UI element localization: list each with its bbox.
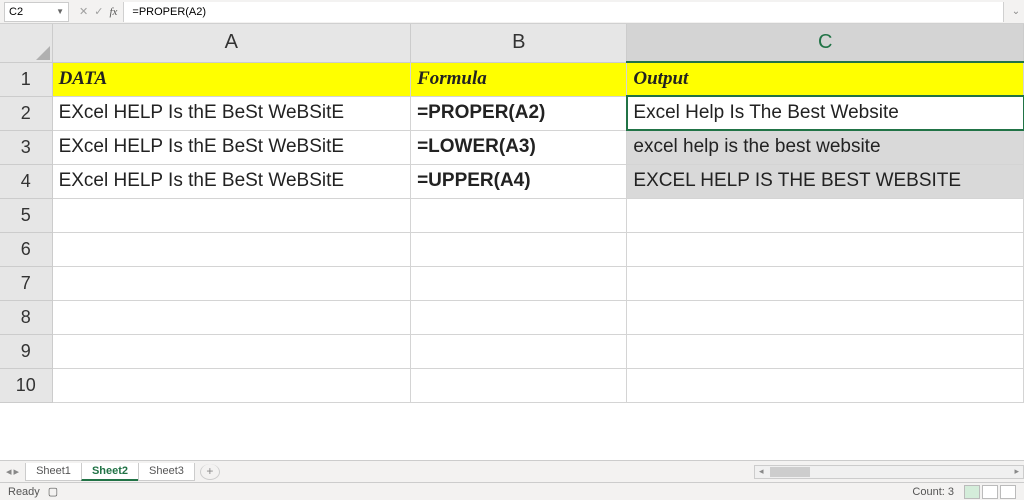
- cell-C10[interactable]: [627, 368, 1024, 402]
- cell-C4[interactable]: EXCEL HELP IS THE BEST WEBSITE: [627, 164, 1024, 198]
- cell-A7[interactable]: [52, 266, 411, 300]
- spreadsheet-grid: A B C 1DATAFormulaOutput 2EXcel HELP Is t…: [0, 24, 1024, 454]
- row-header-3[interactable]: 3: [0, 130, 52, 164]
- cell-B10[interactable]: [411, 368, 627, 402]
- name-box[interactable]: C2 ▼: [4, 2, 69, 22]
- view-page-layout-icon[interactable]: [982, 485, 998, 499]
- accept-icon[interactable]: ✓: [94, 5, 103, 18]
- scroll-right-icon[interactable]: ▸: [1010, 466, 1023, 477]
- cell-A2[interactable]: EXcel HELP Is thE BeSt WeBSitE: [52, 96, 411, 130]
- row-header-4[interactable]: 4: [0, 164, 52, 198]
- sheet-tab-sheet2[interactable]: Sheet2: [81, 463, 139, 481]
- tab-nav: ◂ ▸: [0, 465, 25, 478]
- status-bar: Ready ▢ Count: 3: [0, 482, 1024, 500]
- cell-A10[interactable]: [52, 368, 411, 402]
- cell-B6[interactable]: [411, 232, 627, 266]
- formula-input[interactable]: =PROPER(A2): [124, 2, 1004, 22]
- cell-A1[interactable]: DATA: [52, 62, 411, 96]
- cell-A3[interactable]: EXcel HELP Is thE BeSt WeBSitE: [52, 130, 411, 164]
- scroll-left-icon[interactable]: ◂: [755, 466, 768, 477]
- scroll-thumb[interactable]: [770, 467, 810, 477]
- tab-prev-icon[interactable]: ◂: [6, 465, 12, 478]
- cell-B9[interactable]: [411, 334, 627, 368]
- cell-B4[interactable]: =UPPER(A4): [411, 164, 627, 198]
- sheet-tab-sheet3[interactable]: Sheet3: [138, 463, 195, 481]
- cell-A6[interactable]: [52, 232, 411, 266]
- cell-A4[interactable]: EXcel HELP Is thE BeSt WeBSitE: [52, 164, 411, 198]
- add-sheet-button[interactable]: +: [200, 464, 220, 480]
- cell-B1[interactable]: Formula: [411, 62, 627, 96]
- row-header-7[interactable]: 7: [0, 266, 52, 300]
- horizontal-scrollbar[interactable]: ◂ ▸: [754, 465, 1024, 479]
- row-header-1[interactable]: 1: [0, 62, 52, 96]
- status-text: Ready: [8, 486, 40, 498]
- cell-C2[interactable]: Excel Help Is The Best Website: [627, 96, 1024, 130]
- cell-A5[interactable]: [52, 198, 411, 232]
- row-header-10[interactable]: 10: [0, 368, 52, 402]
- row-header-9[interactable]: 9: [0, 334, 52, 368]
- tab-next-icon[interactable]: ▸: [14, 465, 20, 478]
- cell-B3[interactable]: =LOWER(A3): [411, 130, 627, 164]
- cell-B2[interactable]: =PROPER(A2): [411, 96, 627, 130]
- formula-bar-buttons: ✕ ✓ fx: [73, 2, 124, 22]
- view-mode-buttons: [964, 485, 1016, 499]
- formula-bar: C2 ▼ ✕ ✓ fx =PROPER(A2) ⌄: [0, 0, 1024, 24]
- cell-A8[interactable]: [52, 300, 411, 334]
- col-header-A[interactable]: A: [52, 24, 411, 62]
- formula-input-value: =PROPER(A2): [132, 6, 206, 18]
- macro-record-icon[interactable]: ▢: [48, 485, 58, 498]
- row-header-5[interactable]: 5: [0, 198, 52, 232]
- col-header-B[interactable]: B: [411, 24, 627, 62]
- cell-C7[interactable]: [627, 266, 1024, 300]
- chevron-down-icon[interactable]: ▼: [56, 7, 64, 16]
- cancel-icon[interactable]: ✕: [79, 5, 88, 18]
- status-count: Count: 3: [912, 486, 954, 498]
- cell-B8[interactable]: [411, 300, 627, 334]
- expand-formula-bar-icon[interactable]: ⌄: [1008, 6, 1024, 17]
- cell-C3[interactable]: excel help is the best website: [627, 130, 1024, 164]
- row-header-2[interactable]: 2: [0, 96, 52, 130]
- cell-A9[interactable]: [52, 334, 411, 368]
- cell-B7[interactable]: [411, 266, 627, 300]
- sheet-tabs-bar: ◂ ▸ Sheet1Sheet2Sheet3 + ◂ ▸: [0, 460, 1024, 482]
- view-normal-icon[interactable]: [964, 485, 980, 499]
- cell-B5[interactable]: [411, 198, 627, 232]
- cell-C9[interactable]: [627, 334, 1024, 368]
- select-all-corner[interactable]: [0, 24, 52, 62]
- sheet-tab-sheet1[interactable]: Sheet1: [25, 463, 82, 481]
- cell-C8[interactable]: [627, 300, 1024, 334]
- view-page-break-icon[interactable]: [1000, 485, 1016, 499]
- cell-C6[interactable]: [627, 232, 1024, 266]
- fx-icon[interactable]: fx: [109, 6, 117, 18]
- row-header-6[interactable]: 6: [0, 232, 52, 266]
- cell-C1[interactable]: Output: [627, 62, 1024, 96]
- name-box-value: C2: [9, 6, 23, 18]
- cell-C5[interactable]: [627, 198, 1024, 232]
- row-header-8[interactable]: 8: [0, 300, 52, 334]
- col-header-C[interactable]: C: [627, 24, 1024, 62]
